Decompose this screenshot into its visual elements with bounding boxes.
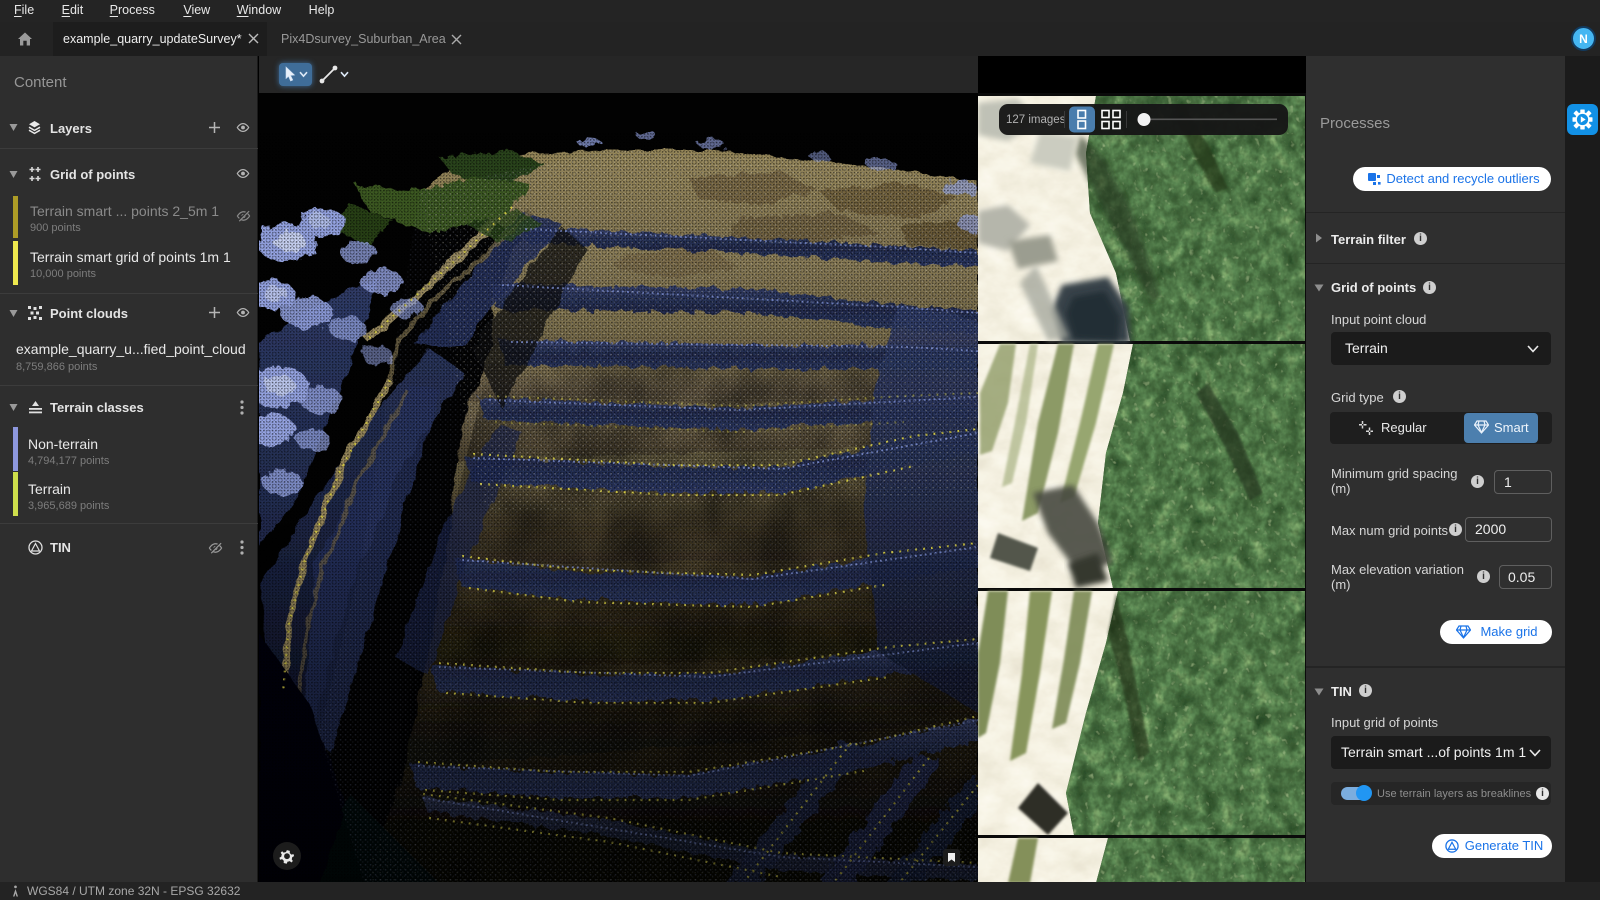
svg-text:127 images: 127 images xyxy=(1006,114,1066,126)
